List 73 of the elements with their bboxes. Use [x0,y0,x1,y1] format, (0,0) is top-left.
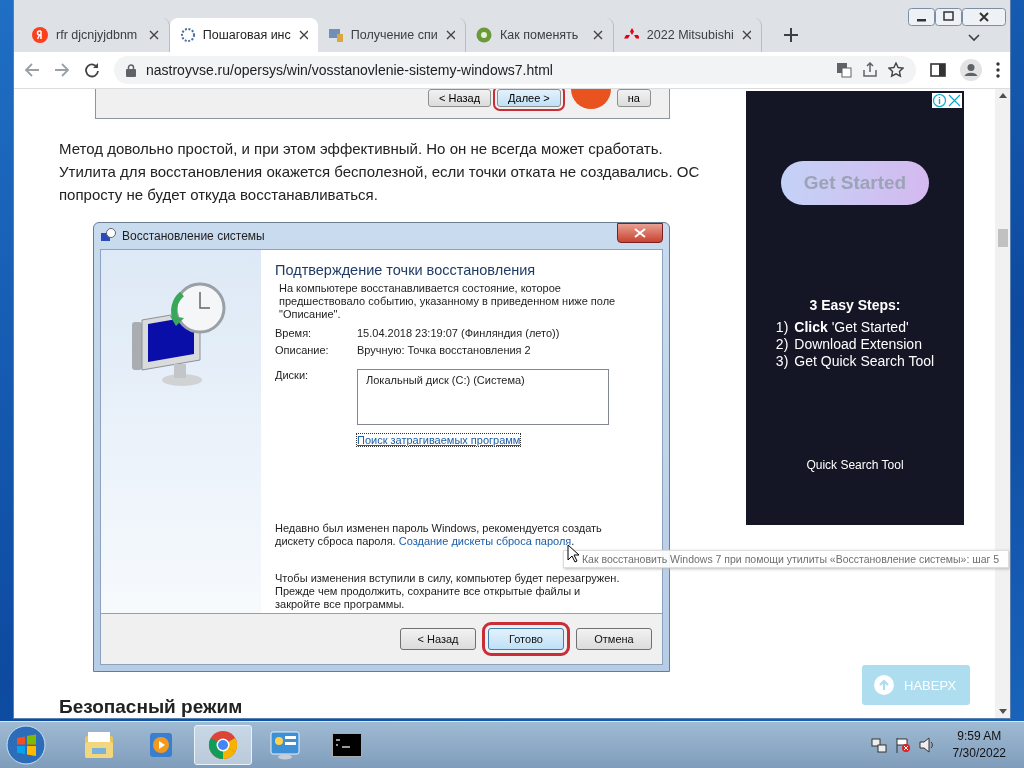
info-icon[interactable] [932,93,947,108]
profile-avatar-icon[interactable] [960,59,982,81]
step-text: Download Extension [794,336,922,353]
close-icon [634,227,646,238]
dialog-description: На компьютере восстанавливается состояние, которое предшествовало событию, указанному в приведенном ниже поле "Описание". [279,281,617,321]
share-icon[interactable] [862,62,878,78]
close-tab-icon[interactable] [149,30,159,40]
side-panel-icon[interactable] [930,62,946,78]
restart-note: Чтобы изменения вступили в силу, компьютер будет перезагружен. Прежде чем продолжить, сохраните все открытые файлы и закройте все программы. [275,572,621,611]
programs-link[interactable]: Поиск затрагиваемых программ [357,433,521,446]
step-number: 2) [775,336,789,353]
field-value: Вручную: Точка восстановления 2 [357,343,531,356]
field-label: Диски: [275,368,310,383]
dialog-button[interactable]: Отмена [576,628,652,650]
step-text: Click 'Get Started' [794,319,909,336]
folder-icon[interactable] [84,731,114,759]
terminal-icon[interactable] [332,733,362,757]
disk-item: Локальный диск (C:) (Система) [366,373,526,386]
address-bar[interactable]: nastroyvse.ru/opersys/win/vosstanovlenie-sistemy-windows7.html [114,56,916,84]
dialog-button[interactable]: на [616,89,651,107]
scroll-down-icon[interactable] [998,709,1007,714]
arrow-up-circle-icon [874,675,894,695]
section-heading: Безопасный режим [59,696,244,718]
field-label: Время: [275,326,313,339]
loading-spinner-icon [180,27,195,43]
translate-icon[interactable] [836,62,852,78]
password-note: Недавно был изменен пароль Windows, рекомендуется создать дискету сброса пароля. Создание дискеты сброса пароля. [275,522,603,548]
scroll-up-icon[interactable] [998,93,1007,98]
close-tab-icon[interactable] [593,30,603,40]
advertisement-banner[interactable]: Get Started 3 Easy Steps: 1) Click 'Get Started' 2) Download Extension 3) Get Quick Search Tool Quick Search Tool [746,91,964,525]
browser-tab[interactable]: Пошаговая инс [170,18,318,52]
step-number: 1) [775,319,789,336]
flag-warning-icon[interactable] [894,737,911,753]
scrollbar[interactable] [995,89,1010,718]
scroll-thumb[interactable] [998,229,1008,247]
network-icon[interactable] [870,737,887,753]
start-button-icon[interactable] [6,725,46,765]
taskbar-clock[interactable]: 9:59 AM 7/30/2022 [952,728,1006,762]
step-text: Get Quick Search Tool [794,353,935,370]
close-icon[interactable] [947,93,962,108]
bookmark-star-icon[interactable] [888,62,904,78]
speaker-icon[interactable] [918,737,935,753]
dialog-title: Восстановление системы [122,228,265,243]
yandex-favicon-icon [32,27,48,43]
close-tab-icon[interactable] [741,30,751,40]
dialog-button[interactable]: < Назад [400,628,476,650]
chevron-down-icon[interactable] [968,34,980,42]
ad-footer-text: Quick Search Tool [806,458,904,472]
close-tab-icon[interactable] [445,30,455,40]
restore-window-icon[interactable] [935,8,962,26]
reload-icon[interactable] [84,62,100,78]
forward-arrow-icon[interactable] [54,62,70,78]
dialog-button[interactable]: < Назад [428,89,492,107]
chrome-icon[interactable] [208,730,238,760]
steps-title: 3 Easy Steps: [809,297,901,314]
computer-favicon-icon [328,27,343,43]
close-window-icon[interactable] [962,8,1006,26]
field-value: 15.04.2018 23:19:07 (Финляндия (лето)) [357,326,560,339]
media-player-icon[interactable] [148,731,174,759]
article-paragraph: Метод довольно простой, и при этом эффективный. Но он не всегда может сработать. Утилита для восстановления окажется бесполезной, если точки отката не создавались. ОС попросту не будет откуда восстанавливаться. [59,138,701,205]
field-label: Описание: [275,343,330,356]
close-tab-icon[interactable] [298,30,308,40]
system-restore-icon [100,227,116,244]
tooltip: Как восстановить Windows 7 при помощи утилиты «Восстановление системы»: шаг 5 [563,550,1009,568]
control-panel-icon[interactable] [269,730,301,760]
dialog-heading: Подтверждение точки восстановления [275,261,537,278]
ring-favicon-icon [476,27,492,43]
step-number: 3) [775,353,789,370]
step-badge-icon [571,89,611,109]
menu-dots-icon[interactable] [996,62,1000,78]
lock-icon [126,63,136,77]
minimize-window-icon[interactable] [908,8,935,26]
back-arrow-icon[interactable] [24,62,40,78]
